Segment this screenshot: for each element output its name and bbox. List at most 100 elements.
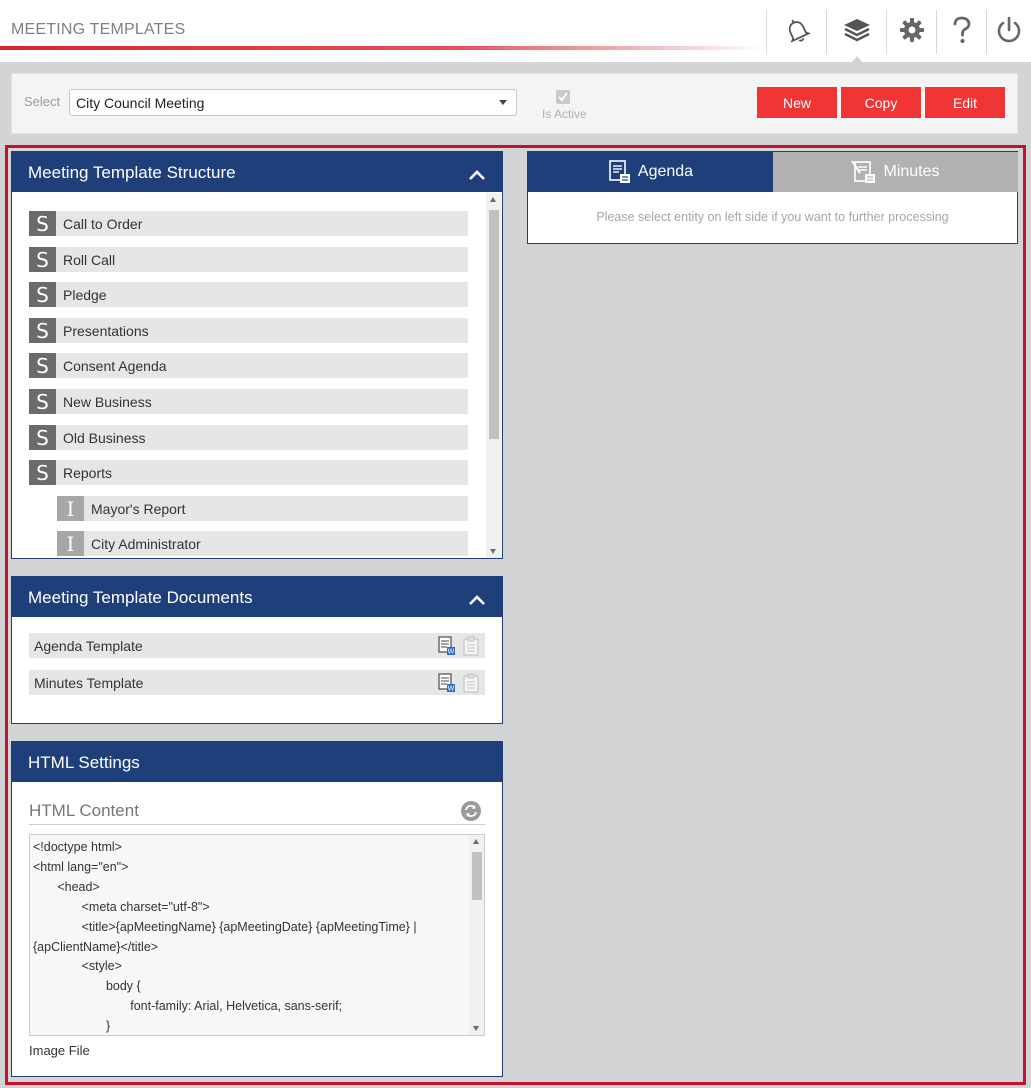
notifications-button[interactable] <box>766 10 826 54</box>
section-badge: S <box>29 389 56 414</box>
refresh-button[interactable] <box>460 800 482 827</box>
structure-row-label: Mayor's Report <box>91 500 186 517</box>
documents-panel-title: Meeting Template Documents <box>28 588 253 607</box>
structure-row-label: Pledge <box>63 286 107 303</box>
structure-row[interactable]: S Call to Order <box>29 211 468 236</box>
tab-minutes[interactable]: Minutes <box>773 152 1018 192</box>
structure-row[interactable]: I Mayor's Report <box>57 496 468 521</box>
title-underline <box>0 46 765 50</box>
tab-minutes-label: Minutes <box>883 163 940 180</box>
documents-panel-header: Meeting Template Documents <box>12 577 502 617</box>
structure-row-label: Old Business <box>63 429 146 446</box>
html-settings-panel-header: HTML Settings <box>12 742 502 782</box>
word-document-icon[interactable]: W <box>437 672 457 694</box>
section-badge: S <box>29 460 56 485</box>
structure-panel-title: Meeting Template Structure <box>28 163 236 182</box>
section-badge: S <box>29 282 56 307</box>
section-badge: S <box>29 247 56 272</box>
section-badge: S <box>29 211 56 236</box>
template-select-bar: Select City Council Meeting Is Active Ne… <box>11 73 1018 134</box>
svg-text:W: W <box>448 684 455 692</box>
documents-panel: Meeting Template Documents Agenda Templa… <box>11 576 503 724</box>
bell-icon <box>782 15 812 50</box>
structure-row[interactable]: S New Business <box>29 389 468 414</box>
item-badge: I <box>57 531 84 556</box>
html-content-divider <box>29 824 485 825</box>
edit-button[interactable]: Edit <box>925 87 1005 118</box>
structure-panel: Meeting Template Structure S Call to Orde… <box>11 151 503 559</box>
structure-row[interactable]: S Old Business <box>29 425 468 450</box>
chevron-up-icon <box>469 595 485 605</box>
structure-row[interactable]: S Presentations <box>29 318 468 343</box>
top-header: MEETING TEMPLATES <box>0 0 1031 63</box>
scroll-up-icon[interactable] <box>490 197 496 202</box>
layers-icon <box>842 16 872 49</box>
structure-row-label: Call to Order <box>63 215 143 232</box>
section-badge: S <box>29 318 56 343</box>
logout-button[interactable] <box>986 10 1031 54</box>
clipboard-icon[interactable] <box>461 672 481 694</box>
agenda-minutes-panel: Agenda Minutes Please select entity on l… <box>527 151 1018 244</box>
checkmark-icon <box>558 92 568 102</box>
html-settings-panel: HTML Settings HTML Content <!doctype htm… <box>11 741 503 1077</box>
image-file-label: Image File <box>29 1043 90 1058</box>
help-button[interactable] <box>936 10 986 54</box>
scrollbar-thumb[interactable] <box>489 210 499 439</box>
empty-selection-message: Please select entity on left side if you… <box>596 210 949 224</box>
tab-agenda[interactable]: Agenda <box>528 152 773 192</box>
template-select-value: City Council Meeting <box>76 95 205 111</box>
html-settings-panel-title: HTML Settings <box>28 753 140 772</box>
document-label: Minutes Template <box>34 674 144 691</box>
is-active-checkbox[interactable] <box>556 90 570 104</box>
structure-row[interactable]: I City Administrator <box>57 531 468 556</box>
collapse-structure-button[interactable] <box>468 166 486 186</box>
gear-icon <box>898 16 926 49</box>
select-label: Select <box>24 94 61 109</box>
power-icon <box>995 15 1023 50</box>
structure-row-label: Consent Agenda <box>63 357 167 374</box>
refresh-icon <box>461 801 481 821</box>
structure-panel-header: Meeting Template Structure <box>12 152 502 192</box>
structure-row-label: City Administrator <box>91 535 201 552</box>
document-row-minutes[interactable]: Minutes Template W <box>29 670 485 695</box>
structure-row-label: New Business <box>63 393 152 410</box>
svg-text:W: W <box>448 647 455 655</box>
collapse-documents-button[interactable] <box>468 591 486 611</box>
structure-row-label: Roll Call <box>63 251 116 268</box>
structure-row[interactable]: S Reports <box>29 460 468 485</box>
structure-row[interactable]: S Consent Agenda <box>29 353 468 378</box>
tab-agenda-label: Agenda <box>637 163 694 180</box>
help-icon <box>950 15 974 50</box>
new-button[interactable]: New <box>757 87 837 118</box>
template-select[interactable]: City Council Meeting <box>69 89 517 116</box>
scroll-down-icon[interactable] <box>473 1026 479 1031</box>
document-row-agenda[interactable]: Agenda Template W <box>29 633 485 658</box>
settings-button[interactable] <box>886 10 936 54</box>
is-active-label: Is Active <box>542 107 587 121</box>
word-document-icon[interactable]: W <box>437 635 457 657</box>
section-badge: S <box>29 425 56 450</box>
structure-row[interactable]: S Pledge <box>29 282 468 307</box>
editor-scrollbar[interactable] <box>469 835 484 1035</box>
structure-scrollbar[interactable] <box>486 193 501 558</box>
structure-row-label: Reports <box>63 464 113 481</box>
document-label: Agenda Template <box>34 637 143 654</box>
scrollbar-thumb[interactable] <box>472 852 482 900</box>
structure-row-label: Presentations <box>63 322 149 339</box>
html-content-code[interactable]: <!doctype html> <html lang="en"> <head> … <box>33 838 467 1035</box>
page-title: MEETING TEMPLATES <box>11 21 186 38</box>
agenda-document-icon <box>609 160 630 183</box>
structure-row[interactable]: S Roll Call <box>29 247 468 272</box>
minutes-document-icon <box>851 160 876 183</box>
scroll-up-icon[interactable] <box>473 839 479 844</box>
section-badge: S <box>29 353 56 378</box>
chevron-up-icon <box>469 170 485 180</box>
clipboard-icon[interactable] <box>461 635 481 657</box>
scroll-down-icon[interactable] <box>490 549 496 554</box>
item-badge: I <box>57 496 84 521</box>
html-content-editor[interactable]: <!doctype html> <html lang="en"> <head> … <box>29 834 485 1036</box>
copy-button[interactable]: Copy <box>841 87 921 118</box>
templates-button[interactable] <box>826 10 886 63</box>
chevron-down-icon <box>499 100 507 105</box>
html-content-label: HTML Content <box>29 801 139 820</box>
